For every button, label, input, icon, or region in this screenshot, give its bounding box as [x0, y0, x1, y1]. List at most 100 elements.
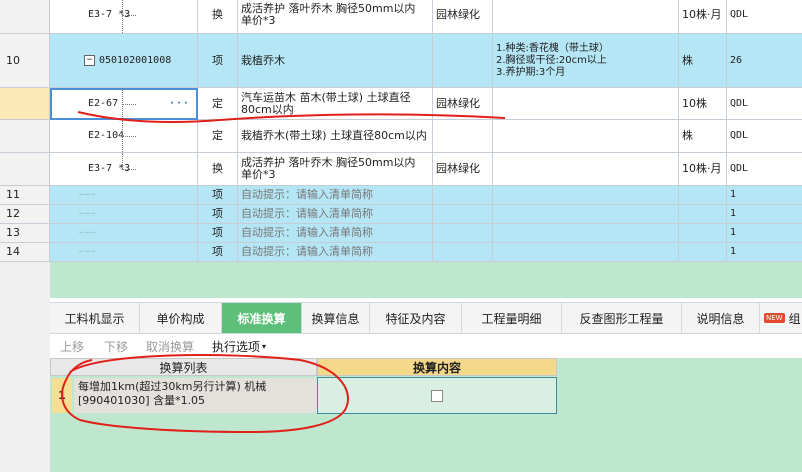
code-cell[interactable]: E3-7 *3 — [50, 0, 198, 34]
move-up-button[interactable]: 上移 — [60, 334, 84, 358]
code-cell[interactable]: E3-7 *3 — [50, 153, 198, 186]
move-down-button[interactable]: 下移 — [104, 334, 128, 358]
tab-description[interactable]: 说明信息 — [682, 303, 760, 333]
cancel-conversion-button[interactable]: 取消换算 — [146, 334, 194, 358]
table-row[interactable]: E2-104 定 栽植乔木(带土球) 土球直径80cm以内 株 QDL — [0, 120, 802, 153]
unit-cell[interactable] — [679, 243, 727, 262]
conversion-checkbox[interactable] — [431, 389, 443, 402]
code-cell[interactable]: E2-104 — [50, 120, 198, 153]
tab-quantity-detail[interactable]: 工程量明细 — [462, 303, 562, 333]
conversion-panel: 换算列表 换算内容 1 每增加1km(超过30km另行计算) 机械 [99040… — [50, 358, 802, 472]
spec-cell[interactable] — [433, 120, 493, 153]
header-conversion-list: 换算列表 — [50, 358, 317, 376]
feature-cell[interactable] — [493, 0, 679, 34]
qty-cell[interactable]: 1 — [727, 186, 802, 205]
spec-cell[interactable] — [433, 34, 493, 88]
spec-cell[interactable] — [433, 224, 493, 243]
name-hint[interactable]: 自动提示：请输入清单简称 — [238, 224, 433, 243]
tree-dots: ┄┄┄ — [79, 247, 97, 256]
unit-cell[interactable]: 10株·月 — [679, 0, 727, 34]
table-row[interactable]: E3-7 *3 换 成活养护 落叶乔木 胸径50mm以内 单价*3 园林绿化 1… — [0, 0, 802, 34]
qty-cell[interactable]: QDL — [727, 153, 802, 186]
code-cell[interactable]: − 050102001008 — [50, 34, 198, 88]
name-cell[interactable]: 成活养护 落叶乔木 胸径50mm以内 单价*3 — [238, 153, 433, 186]
tab-conversion-info[interactable]: 换算信息 — [302, 303, 370, 333]
conversion-content-cell[interactable] — [317, 377, 557, 414]
name-hint[interactable]: 自动提示：请输入清单简称 — [238, 243, 433, 262]
table-row[interactable]: 14 ┄┄┄ 项 自动提示：请输入清单简称 1 — [0, 243, 802, 262]
name-hint[interactable]: 自动提示：请输入清单简称 — [238, 205, 433, 224]
unit-cell[interactable] — [679, 186, 727, 205]
type-cell[interactable]: 定 — [198, 88, 238, 120]
feature-cell[interactable] — [493, 186, 679, 205]
qty-cell[interactable]: QDL — [727, 0, 802, 34]
conversion-item-line2: [990401030] 含量*1.05 — [78, 394, 206, 407]
unit-cell[interactable] — [679, 224, 727, 243]
row-index — [0, 153, 50, 186]
name-cell[interactable]: 汽车运苗木 苗木(带土球) 土球直径80cm以内 — [238, 88, 433, 120]
table-row[interactable]: 13 ┄┄┄ 项 自动提示：请输入清单简称 1 — [0, 224, 802, 243]
spec-cell[interactable] — [433, 243, 493, 262]
code-cell[interactable]: E2-67 ··· — [50, 88, 198, 120]
feature-cell[interactable] — [493, 224, 679, 243]
unit-cell[interactable]: 10株·月 — [679, 153, 727, 186]
spec-cell[interactable] — [433, 186, 493, 205]
type-cell[interactable]: 换 — [198, 153, 238, 186]
unit-cell[interactable]: 株 — [679, 34, 727, 88]
code-cell[interactable]: ┄┄┄ — [50, 205, 198, 224]
qty-cell[interactable]: 26 — [727, 34, 802, 88]
tab-reverse-check[interactable]: 反查图形工程量 — [562, 303, 682, 333]
code-text: 050102001008 — [99, 54, 172, 66]
name-cell[interactable]: 成活养护 落叶乔木 胸径50mm以内 单价*3 — [238, 0, 433, 34]
type-cell[interactable]: 项 — [198, 224, 238, 243]
type-cell[interactable]: 项 — [198, 186, 238, 205]
qty-cell[interactable]: 1 — [727, 224, 802, 243]
qty-cell[interactable]: QDL — [727, 88, 802, 120]
feature-cell[interactable] — [493, 243, 679, 262]
collapse-icon[interactable]: − — [84, 55, 95, 66]
type-cell[interactable]: 项 — [198, 205, 238, 224]
name-hint[interactable]: 自动提示：请输入清单简称 — [238, 186, 433, 205]
qty-cell[interactable]: 1 — [727, 205, 802, 224]
table-row[interactable]: 10 − 050102001008 项 栽植乔木 1.种类:香花槐（带土球） 2… — [0, 34, 802, 88]
feature-cell[interactable] — [493, 120, 679, 153]
unit-cell[interactable]: 株 — [679, 120, 727, 153]
feature-cell[interactable] — [493, 205, 679, 224]
spec-cell[interactable] — [433, 205, 493, 224]
spec-cell[interactable]: 园林绿化 — [433, 88, 493, 120]
detail-tabbar: 工料机显示 单价构成 标准换算 换算信息 特征及内容 工程量明细 反查图形工程量… — [50, 302, 802, 334]
qty-cell[interactable]: QDL — [727, 120, 802, 153]
spec-cell[interactable]: 园林绿化 — [433, 153, 493, 186]
tab-unit-price[interactable]: 单价构成 — [140, 303, 222, 333]
table-row[interactable]: 11 ┄┄┄ 项 自动提示：请输入清单简称 1 — [0, 186, 802, 205]
table-row[interactable]: E3-7 *3 换 成活养护 落叶乔木 胸径50mm以内 单价*3 园林绿化 1… — [0, 153, 802, 186]
code-cell[interactable]: ┄┄┄ — [50, 224, 198, 243]
conversion-item[interactable]: 每增加1km(超过30km另行计算) 机械 [990401030] 含量*1.0… — [74, 378, 317, 413]
row-index — [0, 0, 50, 34]
more-icon[interactable]: ··· — [169, 98, 194, 110]
feature-cell[interactable] — [493, 153, 679, 186]
feature-cell[interactable] — [493, 88, 679, 120]
execute-options-button[interactable]: 执行选项 ▾ — [212, 334, 266, 358]
type-cell[interactable]: 定 — [198, 120, 238, 153]
unit-cell[interactable]: 10株 — [679, 88, 727, 120]
code-text: E2-104 — [88, 130, 125, 141]
qty-cell[interactable]: 1 — [727, 243, 802, 262]
table-row[interactable]: 12 ┄┄┄ 项 自动提示：请输入清单简称 1 — [0, 205, 802, 224]
code-cell[interactable]: ┄┄┄ — [50, 186, 198, 205]
unit-cell[interactable] — [679, 205, 727, 224]
tab-features[interactable]: 特征及内容 — [370, 303, 462, 333]
name-cell[interactable]: 栽植乔木 — [238, 34, 433, 88]
tab-standard-conversion[interactable]: 标准换算 — [222, 303, 302, 333]
tab-group[interactable]: NEW 组 — [760, 303, 802, 333]
type-cell[interactable]: 换 — [198, 0, 238, 34]
name-cell[interactable]: 栽植乔木(带土球) 土球直径80cm以内 — [238, 120, 433, 153]
type-cell[interactable]: 项 — [198, 243, 238, 262]
feature-cell[interactable]: 1.种类:香花槐（带土球） 2.胸径或干径:20cm以上 3.养护期:3个月 — [493, 34, 679, 88]
type-cell[interactable]: 项 — [198, 34, 238, 88]
grid-empty-area — [50, 262, 802, 298]
tab-material-display[interactable]: 工料机显示 — [50, 303, 140, 333]
table-row[interactable]: E2-67 ··· 定 汽车运苗木 苗木(带土球) 土球直径80cm以内 园林绿… — [0, 88, 802, 120]
code-cell[interactable]: ┄┄┄ — [50, 243, 198, 262]
spec-cell[interactable]: 园林绿化 — [433, 0, 493, 34]
